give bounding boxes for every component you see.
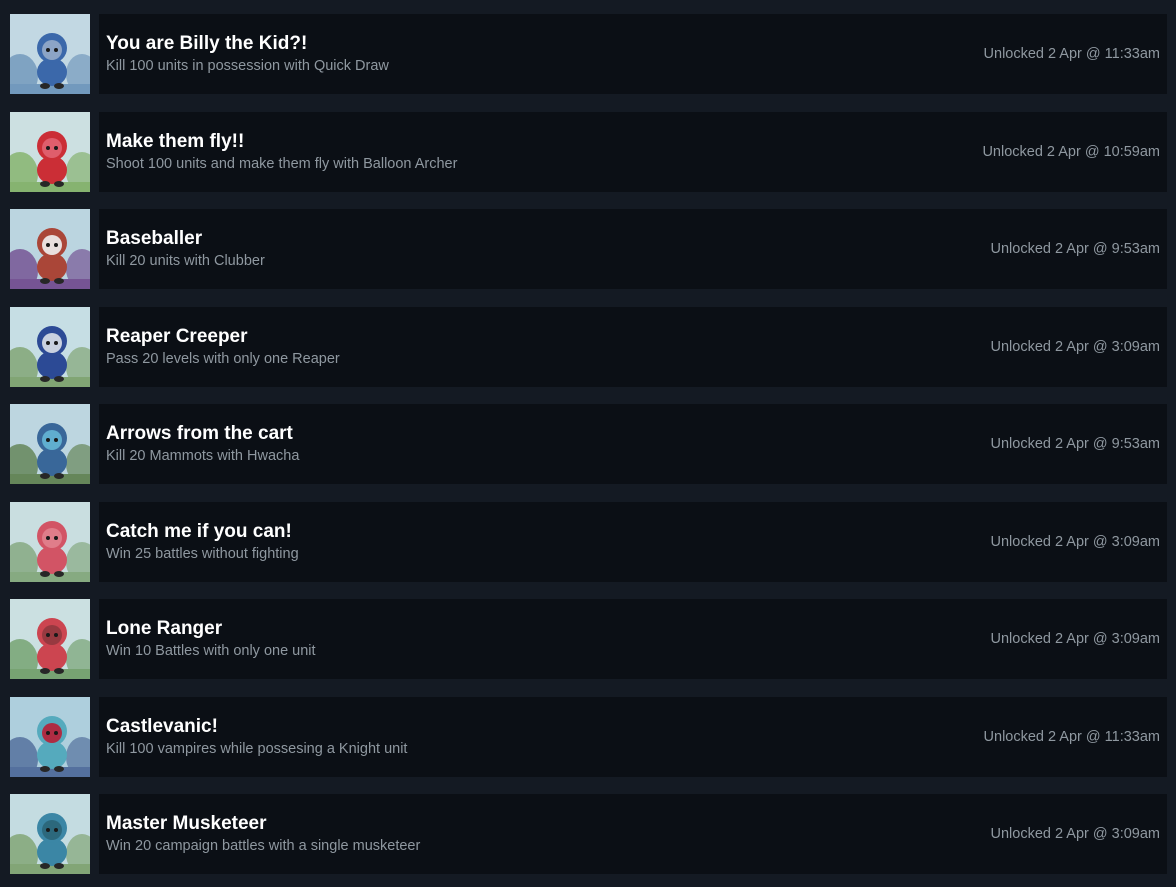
unlock-date: Unlocked 2 Apr @ 9:53am [990, 436, 1160, 452]
balloon-archer-icon [10, 112, 90, 192]
achievement-title: Arrows from the cart [106, 423, 293, 444]
lone-ranger-icon [10, 599, 90, 679]
achievement-title: Master Musketeer [106, 813, 267, 834]
achievement-panel: Master Musketeer Win 20 campaign battles… [99, 794, 1167, 874]
achievement-title: Reaper Creeper [106, 326, 248, 347]
achievement-title: Castlevanic! [106, 716, 218, 737]
achievement-description: Kill 20 Mammots with Hwacha [106, 448, 300, 464]
achievement-row[interactable]: Reaper Creeper Pass 20 levels with only … [10, 307, 1167, 387]
reaper-icon [10, 307, 90, 387]
unlock-date: Unlocked 2 Apr @ 3:09am [990, 826, 1160, 842]
achievement-row[interactable]: Lone Ranger Win 10 Battles with only one… [10, 599, 1167, 679]
unlock-date: Unlocked 2 Apr @ 10:59am [982, 144, 1160, 160]
achievement-title: Lone Ranger [106, 618, 223, 639]
achievement-description: Win 20 campaign battles with a single mu… [106, 838, 421, 854]
achievement-row[interactable]: Castlevanic! Kill 100 vampires while pos… [10, 697, 1167, 777]
achievement-title: Make them fly!! [106, 131, 245, 152]
musketeer-icon [10, 794, 90, 874]
achievement-list: You are Billy the Kid?! Kill 100 units i… [0, 0, 1176, 887]
achievement-row[interactable]: Make them fly!! Shoot 100 units and make… [10, 112, 1167, 192]
achievement-description: Win 10 Battles with only one unit [106, 643, 316, 659]
achievement-title: You are Billy the Kid?! [106, 33, 308, 54]
achievement-panel: Reaper Creeper Pass 20 levels with only … [99, 307, 1167, 387]
achievement-panel: You are Billy the Kid?! Kill 100 units i… [99, 14, 1167, 94]
unlock-date: Unlocked 2 Apr @ 11:33am [983, 729, 1160, 745]
achievement-description: Shoot 100 units and make them fly with B… [106, 156, 458, 172]
achievement-description: Pass 20 levels with only one Reaper [106, 351, 340, 367]
achievement-panel: Lone Ranger Win 10 Battles with only one… [99, 599, 1167, 679]
achievement-description: Kill 100 vampires while possesing a Knig… [106, 741, 408, 757]
hwacha-icon [10, 404, 90, 484]
clubber-icon [10, 209, 90, 289]
unlock-date: Unlocked 2 Apr @ 9:53am [990, 241, 1160, 257]
achievement-panel: Arrows from the cart Kill 20 Mammots wit… [99, 404, 1167, 484]
achievement-row[interactable]: Baseballer Kill 20 units with Clubber Un… [10, 209, 1167, 289]
knight-icon [10, 697, 90, 777]
achievement-row[interactable]: Master Musketeer Win 20 campaign battles… [10, 794, 1167, 874]
achievement-row[interactable]: Arrows from the cart Kill 20 Mammots wit… [10, 404, 1167, 484]
achievement-panel: Make them fly!! Shoot 100 units and make… [99, 112, 1167, 192]
achievement-title: Catch me if you can! [106, 521, 292, 542]
achievement-row[interactable]: You are Billy the Kid?! Kill 100 units i… [10, 14, 1167, 94]
unlock-date: Unlocked 2 Apr @ 11:33am [983, 46, 1160, 62]
achievement-description: Win 25 battles without fighting [106, 546, 299, 562]
achievement-panel: Catch me if you can! Win 25 battles with… [99, 502, 1167, 582]
achievement-description: Kill 100 units in possession with Quick … [106, 58, 389, 74]
achievement-title: Baseballer [106, 228, 203, 249]
achievement-description: Kill 20 units with Clubber [106, 253, 265, 269]
unlock-date: Unlocked 2 Apr @ 3:09am [990, 631, 1160, 647]
achievement-panel: Baseballer Kill 20 units with Clubber Un… [99, 209, 1167, 289]
achievement-panel: Castlevanic! Kill 100 vampires while pos… [99, 697, 1167, 777]
achievement-row[interactable]: Catch me if you can! Win 25 battles with… [10, 502, 1167, 582]
unlock-date: Unlocked 2 Apr @ 3:09am [990, 339, 1160, 355]
runner-icon [10, 502, 90, 582]
billy-the-kid-icon [10, 14, 90, 94]
unlock-date: Unlocked 2 Apr @ 3:09am [990, 534, 1160, 550]
